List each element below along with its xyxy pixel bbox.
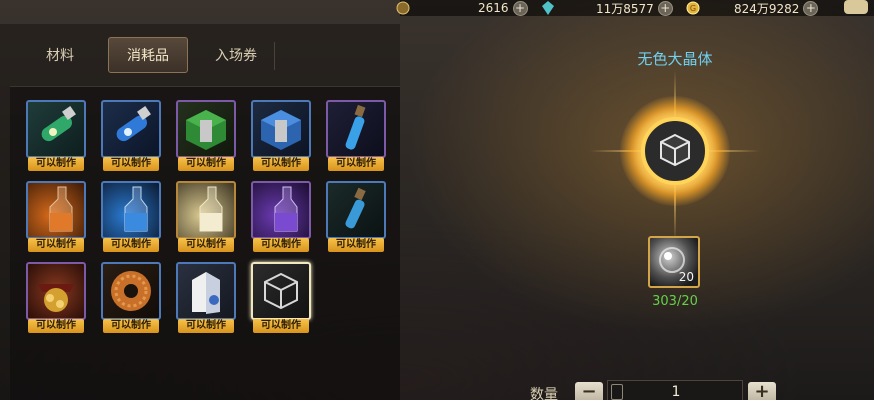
tab-materials[interactable]: 材料 (20, 37, 100, 73)
resource-bar: 2616 + 11万8577 + G 824万9282 + (0, 0, 874, 18)
item-water-potion[interactable]: 可以制作 (101, 181, 161, 253)
menu-button[interactable] (844, 0, 868, 14)
svg-text:G: G (690, 4, 696, 13)
item-green-moon-potion[interactable]: 可以制作 (26, 100, 86, 172)
craftable-badge: 可以制作 (178, 319, 234, 333)
item-blue-elixir[interactable]: 可以制作 (326, 100, 386, 172)
blue-elixir-icon (345, 104, 366, 150)
quantity-label: 数量 (530, 387, 558, 400)
blue-vial-icon (116, 106, 151, 142)
material-slot[interactable]: 20 (648, 236, 700, 288)
craftable-badge: 可以制作 (328, 157, 384, 171)
item-milk-carton[interactable]: 可以制作 (176, 262, 236, 334)
selected-item-title: 无色大晶体 (637, 50, 713, 68)
blue-bottle-icon (124, 186, 148, 232)
quantity-minus-button[interactable]: − (575, 382, 603, 400)
item-pirate-treasure[interactable]: 可以制作 (26, 262, 86, 334)
craftable-badge: 可以制作 (28, 319, 84, 333)
white-bottle-icon (199, 186, 223, 232)
crystal-icon (542, 1, 554, 15)
craftable-badge: 可以制作 (253, 319, 309, 333)
craftable-badge: 可以制作 (103, 319, 159, 333)
tab-tickets[interactable]: 入场券 (196, 37, 276, 73)
item-blue-box[interactable]: 可以制作 (251, 100, 311, 172)
item-light-potion[interactable]: 可以制作 (176, 181, 236, 253)
resource-coin: 2616 + (396, 0, 528, 16)
item-green-box[interactable]: 可以制作 (176, 100, 236, 172)
cube-icon (660, 133, 690, 167)
orange-bottle-icon (49, 186, 73, 232)
item-donut[interactable]: 可以制作 (101, 262, 161, 334)
treasure-icon (38, 284, 74, 312)
green-box-icon (186, 110, 226, 150)
quantity-value: 1 (671, 384, 681, 400)
gem-add-button[interactable]: + (657, 0, 673, 16)
tab-divider (274, 42, 275, 70)
material-progress: 303/20 (652, 294, 698, 309)
item-blue-moon-potion[interactable]: 可以制作 (101, 100, 161, 172)
gem-value: 11万8577 (596, 1, 654, 16)
craftable-badge: 可以制作 (328, 238, 384, 252)
quantity-plus-button[interactable]: + (748, 382, 776, 400)
category-tabs: 材料 消耗品 入场券 (20, 37, 284, 73)
gold-add-button[interactable]: + (803, 0, 819, 16)
resource-gem: 11万8577 + (542, 0, 673, 16)
cube-icon (264, 272, 298, 310)
donut-icon (111, 271, 151, 311)
item-small-blue-vial[interactable]: 可以制作 (326, 181, 386, 253)
craftable-badge: 可以制作 (178, 157, 234, 171)
item-colorless-crystal[interactable]: 可以制作 (251, 262, 311, 334)
craftable-badge: 可以制作 (178, 238, 234, 252)
blue-box-icon (261, 110, 301, 150)
quantity-input[interactable]: 1 (607, 380, 743, 400)
item-grid: 可以制作 可以制作 可以制作 可以制作 可以制作 可以制作 可以制作 可以制作 … (10, 86, 400, 400)
moon-coin-icon (396, 1, 410, 15)
material-count: 20 (678, 270, 694, 284)
purple-bottle-icon (274, 186, 298, 232)
coin-value: 2616 (478, 1, 509, 15)
item-fire-potion[interactable]: 可以制作 (26, 181, 86, 253)
craftable-badge: 可以制作 (103, 238, 159, 252)
craftable-badge: 可以制作 (28, 157, 84, 171)
resource-gold: G 824万9282 + (686, 0, 819, 16)
small-vial-icon (345, 187, 366, 229)
craftable-badge: 可以制作 (28, 238, 84, 252)
green-vial-icon (41, 106, 76, 142)
craftable-badge: 可以制作 (253, 238, 309, 252)
coin-add-button[interactable]: + (512, 0, 528, 16)
milk-carton-icon (192, 272, 220, 314)
gold-coin-icon: G (686, 1, 700, 15)
craftable-badge: 可以制作 (103, 157, 159, 171)
item-shadow-potion[interactable]: 可以制作 (251, 181, 311, 253)
tab-consumables[interactable]: 消耗品 (108, 37, 188, 73)
craftable-badge: 可以制作 (253, 157, 309, 171)
gold-value: 824万9282 (734, 1, 800, 16)
